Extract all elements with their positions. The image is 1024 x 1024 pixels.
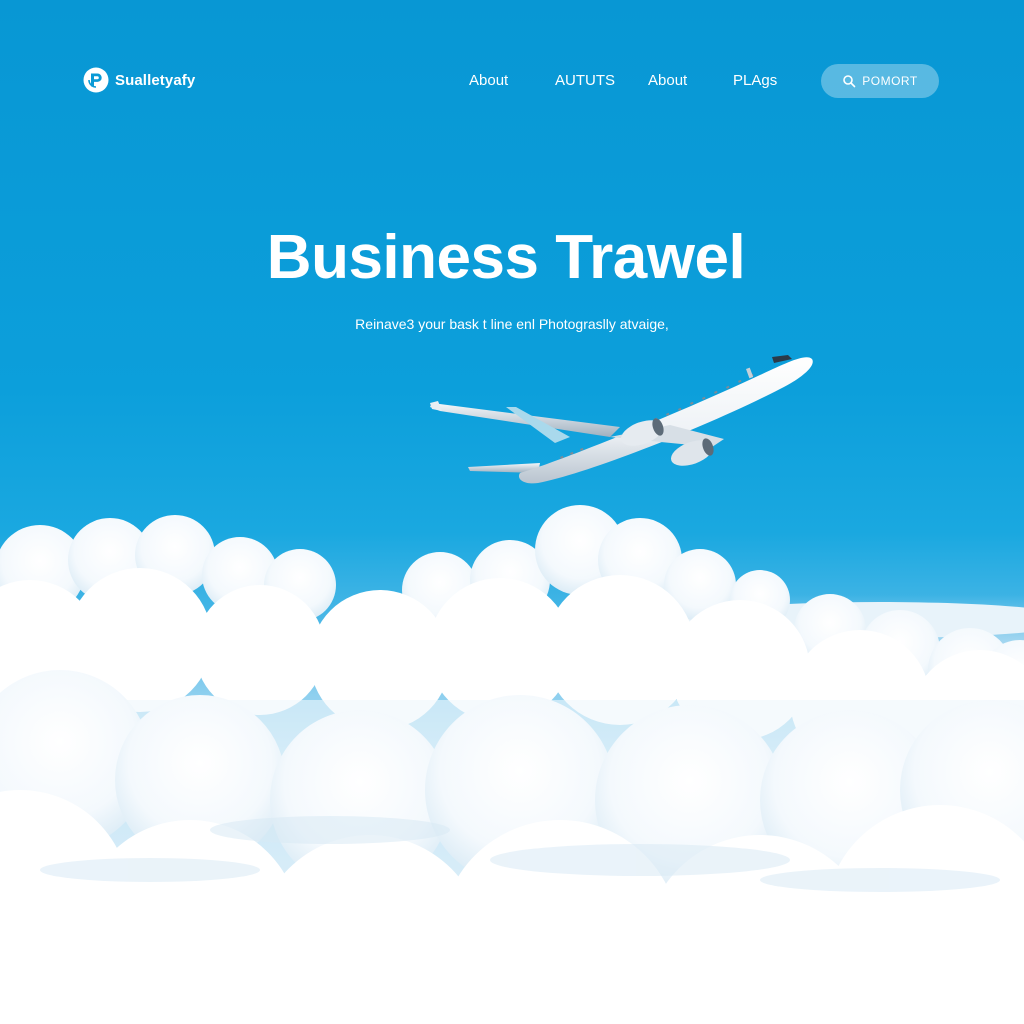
nav-item-about-2[interactable]: About bbox=[648, 70, 687, 92]
search-button-label: POMORT bbox=[862, 74, 918, 88]
site-header: Sualletyafy About AUTUTS About PLAgs POM… bbox=[0, 0, 1024, 160]
nav-item-plags[interactable]: PLAgs bbox=[733, 70, 777, 92]
search-icon bbox=[843, 75, 856, 88]
hero-title: Business Trawel bbox=[266, 223, 746, 292]
airplane-illustration bbox=[430, 355, 813, 484]
search-button[interactable]: POMORT bbox=[821, 64, 939, 98]
nav-item-aututs[interactable]: AUTUTS bbox=[555, 70, 615, 92]
hero-subtitle: Reinave3 your bask t line enl Photograsl… bbox=[355, 316, 669, 332]
nav-item-about[interactable]: About bbox=[469, 70, 508, 92]
clouds-illustration bbox=[0, 505, 1024, 1024]
